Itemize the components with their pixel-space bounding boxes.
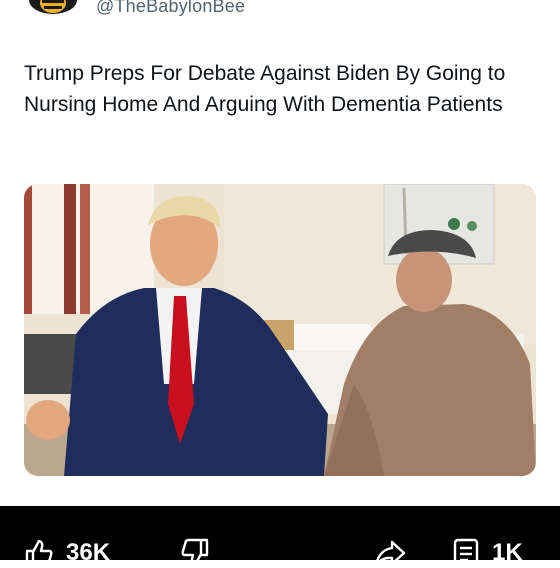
action-bar: 36K 1K (0, 506, 560, 568)
bee-logo-icon[interactable] (26, 0, 80, 18)
post-headline: Trump Preps For Debate Against Biden By … (24, 62, 506, 116)
thumbs-up-icon (24, 538, 54, 568)
post-handle[interactable]: @TheBabylonBee (96, 0, 245, 17)
share-icon (374, 538, 406, 568)
thumbs-down-icon (180, 538, 210, 568)
share-button[interactable] (374, 538, 406, 568)
dislike-button[interactable] (180, 538, 210, 568)
like-button[interactable]: 36K (24, 538, 110, 568)
document-icon (452, 538, 480, 568)
post-header: @TheBabylonBee (0, 0, 560, 40)
post-image[interactable] (24, 184, 536, 476)
like-count: 36K (66, 539, 111, 566)
views-button[interactable]: 1K (452, 538, 523, 568)
views-count: 1K (492, 539, 523, 566)
